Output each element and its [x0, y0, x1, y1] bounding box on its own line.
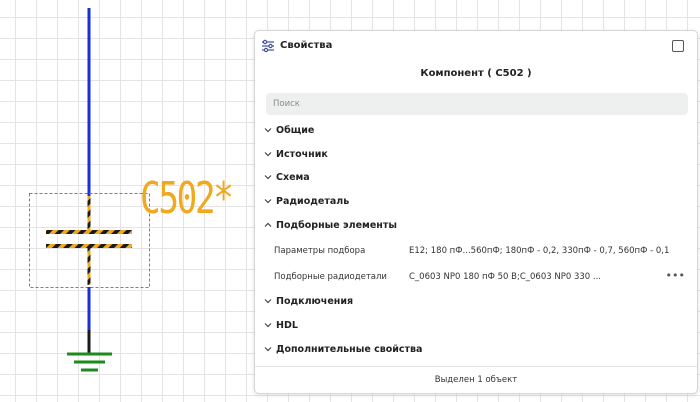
- section-additional-properties[interactable]: Дополнительные свойства: [262, 339, 422, 359]
- chevron-up-icon: [264, 222, 272, 227]
- section-selected-elements[interactable]: Подборные элементы: [262, 215, 397, 235]
- section-label: HDL: [276, 319, 298, 331]
- chevron-down-icon: [264, 299, 272, 304]
- section-label: Схема: [276, 171, 310, 183]
- capacitor-plate-top: [46, 230, 132, 234]
- chevron-down-icon: [264, 323, 272, 328]
- properties-panel: Свойства Компонент ( C502 ) Общие Источн…: [254, 30, 698, 394]
- section-label: Дополнительные свойства: [276, 343, 423, 355]
- property-value[interactable]: C_0603 NP0 180 пФ 50 В;C_0603 NP0 330 ..…: [409, 272, 644, 282]
- chevron-down-icon: [264, 128, 272, 133]
- section-schematic[interactable]: Схема: [262, 167, 310, 187]
- section-source[interactable]: Источник: [262, 144, 328, 164]
- section-hdl[interactable]: HDL: [262, 315, 298, 335]
- section-general[interactable]: Общие: [262, 120, 314, 140]
- property-value[interactable]: E12; 180 пФ...560пФ; 180пФ - 0,2, 330пФ …: [409, 246, 679, 256]
- panel-float-checkbox[interactable]: [672, 40, 684, 52]
- selection-status: Выделен 1 объект: [434, 375, 518, 385]
- section-connections[interactable]: Подключения: [262, 291, 353, 311]
- section-component[interactable]: Радиодеталь: [262, 191, 349, 211]
- section-label: Подборные элементы: [276, 219, 397, 231]
- section-label: Источник: [276, 148, 328, 160]
- section-label: Подключения: [276, 295, 354, 307]
- chevron-down-icon: [264, 347, 272, 352]
- property-row[interactable]: Подборные радиодетали C_0603 NP0 180 пФ …: [255, 268, 697, 288]
- capacitor-symbol[interactable]: [29, 8, 150, 354]
- property-row[interactable]: Параметры подбора E12; 180 пФ...560пФ; 1…: [255, 242, 697, 262]
- section-label: Общие: [276, 124, 315, 136]
- capacitor-plate-bottom: [46, 244, 132, 248]
- property-name: Подборные радиодетали: [274, 272, 387, 282]
- chevron-down-icon: [264, 152, 272, 157]
- chevron-down-icon: [264, 175, 272, 180]
- capacitor-lead-bottom: [87, 248, 91, 285]
- sliders-icon: [262, 39, 274, 53]
- panel-title: Свойства: [280, 40, 333, 51]
- property-name: Параметры подбора: [274, 246, 366, 256]
- more-options-button[interactable]: •••: [666, 269, 685, 282]
- capacitor-lead-top: [87, 196, 91, 234]
- status-bar: Выделен 1 объект: [255, 366, 697, 393]
- search-input[interactable]: [266, 93, 688, 115]
- panel-header: Свойства: [255, 31, 697, 61]
- component-title: Компонент ( C502 ): [420, 68, 532, 79]
- ground-icon: [67, 352, 112, 372]
- component-reference-label[interactable]: C502*: [140, 171, 234, 227]
- section-label: Радиодеталь: [276, 195, 350, 207]
- chevron-down-icon: [264, 199, 272, 204]
